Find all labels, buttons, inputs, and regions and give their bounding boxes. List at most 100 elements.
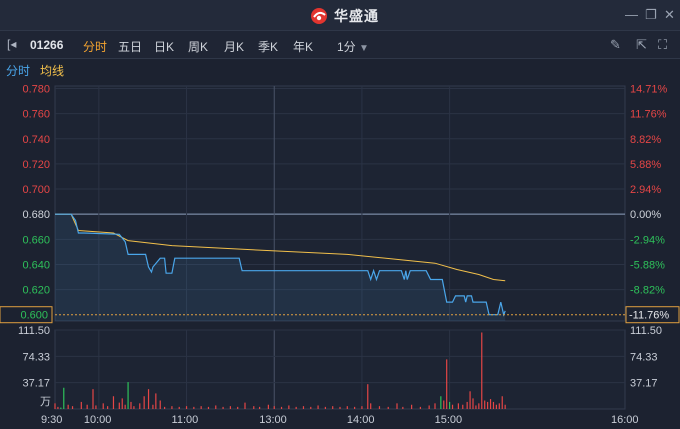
current-percent-label: -11.76% [629,310,669,322]
time-tick-label: 9:30 [41,414,62,426]
volume-bar [57,406,59,409]
volume-bar [446,359,448,409]
volume-bar [370,403,372,409]
popout-icon[interactable]: ⇱ [636,37,647,53]
volume-bar [127,382,129,409]
time-tick-label: 10:00 [84,414,112,426]
restore-icon[interactable]: ❐ [645,7,657,23]
time-tick-label: 16:00 [611,414,639,426]
volume-bar [472,398,474,409]
volume-bar [155,393,157,409]
volume-bar [71,406,74,409]
percent-tick-label: 0.00% [630,209,661,221]
volume-bar [317,405,319,409]
volume-bar [253,406,255,409]
stock-code: 01266 [30,38,64,52]
tab-weekly-k[interactable]: 周K [188,38,208,55]
intraday-chart[interactable]: 0.780 14.71% 0.760 11.76% 0.740 8.82% 0.720 5.8… [0,79,680,429]
volume-bar [346,406,348,409]
tab-yearly-k[interactable]: 年K [293,38,313,55]
volume-bar [207,406,210,409]
volume-bar [478,403,480,409]
toolbar: [◂ 01266 分时 五日 日K 周K 月K 季K 年K 1分 ▼ ✎ ⇱ ⛶ [0,31,680,59]
volume-bar [95,405,97,409]
legend-price-line: 分时 [6,64,31,78]
volume-bar [229,406,231,409]
volume-bar [440,396,442,409]
volume-bar [295,406,297,409]
price-tick-label: 0.740 [22,134,50,146]
volume-bar [92,389,94,409]
app-logo: 华盛通 [310,6,379,26]
period-select[interactable]: 1分 ▼ [337,38,369,55]
time-tick-label: 13:00 [259,414,287,426]
minimize-icon[interactable]: — [625,7,638,22]
volume-bar [361,406,363,409]
volume-bar [164,406,166,409]
volume-tick-label: 74.33 [630,351,658,363]
volume-tick-label: 37.17 [22,378,50,390]
volume-bar [489,399,492,409]
volume-bar [147,389,150,409]
volume-bar [118,402,120,409]
percent-tick-label: -2.94% [630,234,665,246]
close-icon[interactable]: ✕ [664,7,675,23]
volume-bar [121,398,123,409]
volume-bar [387,406,389,409]
tab-quarterly-k[interactable]: 季K [258,38,278,55]
volume-panel [54,329,626,410]
volume-bar [354,406,356,409]
title-bar: 华盛通 — ❐ ✕ [0,0,680,31]
volume-tick-label: 111.50 [18,325,50,337]
volume-bar [466,401,468,409]
tab-intraday[interactable]: 分时 [83,38,107,55]
volume-bar [273,406,275,409]
price-tick-label: 0.780 [22,84,50,96]
volume-bar [112,396,115,409]
volume-bar [139,403,141,409]
tab-five-day[interactable]: 五日 [118,38,142,55]
volume-bar [481,332,483,409]
price-tick-label: 0.720 [22,159,50,171]
volume-bar [185,406,188,409]
volume-bar [332,406,334,409]
volume-bar [152,404,154,409]
volume-bar [222,406,224,409]
time-tick-label: 11:00 [172,414,199,426]
percent-tick-label: -8.82% [630,285,665,297]
volume-bar [60,407,62,409]
volume-bar [102,403,104,409]
tab-monthly-k[interactable]: 月K [224,38,244,55]
volume-bar [159,400,161,409]
volume-bar [130,401,132,409]
percent-tick-label: 11.76% [630,109,667,121]
volume-bar [124,404,126,409]
percent-tick-label: 14.71% [630,84,668,96]
volume-tick-label: 111.50 [630,325,662,337]
tab-daily-k[interactable]: 日K [154,38,174,55]
volume-bar [501,396,503,409]
volume-unit-label: 万 [40,396,51,408]
volume-bar [498,403,500,409]
price-tick-label: 0.760 [22,109,50,121]
volume-bar [475,405,477,409]
volume-bar [484,400,486,409]
collapse-panel-icon[interactable]: [◂ [7,37,16,51]
volume-bar [63,387,65,409]
volume-bar [411,404,413,409]
draw-pen-icon[interactable]: ✎ [610,37,621,53]
volume-bar [288,405,290,409]
volume-bar [462,404,464,409]
volume-bar [200,406,202,409]
volume-tick-label: 37.17 [630,378,658,390]
percent-tick-label: -5.88% [630,259,665,271]
volume-bar [133,406,135,409]
volume-bar [80,401,82,409]
volume-bar [402,406,404,409]
percent-tick-label: 5.88% [630,159,661,171]
time-tick-label: 15:00 [435,414,463,426]
app-brand: 华盛通 [334,8,379,24]
time-tick-label: 14:00 [347,414,375,426]
fullscreen-icon[interactable]: ⛶ [658,37,667,53]
percent-tick-label: 8.82% [630,134,661,146]
